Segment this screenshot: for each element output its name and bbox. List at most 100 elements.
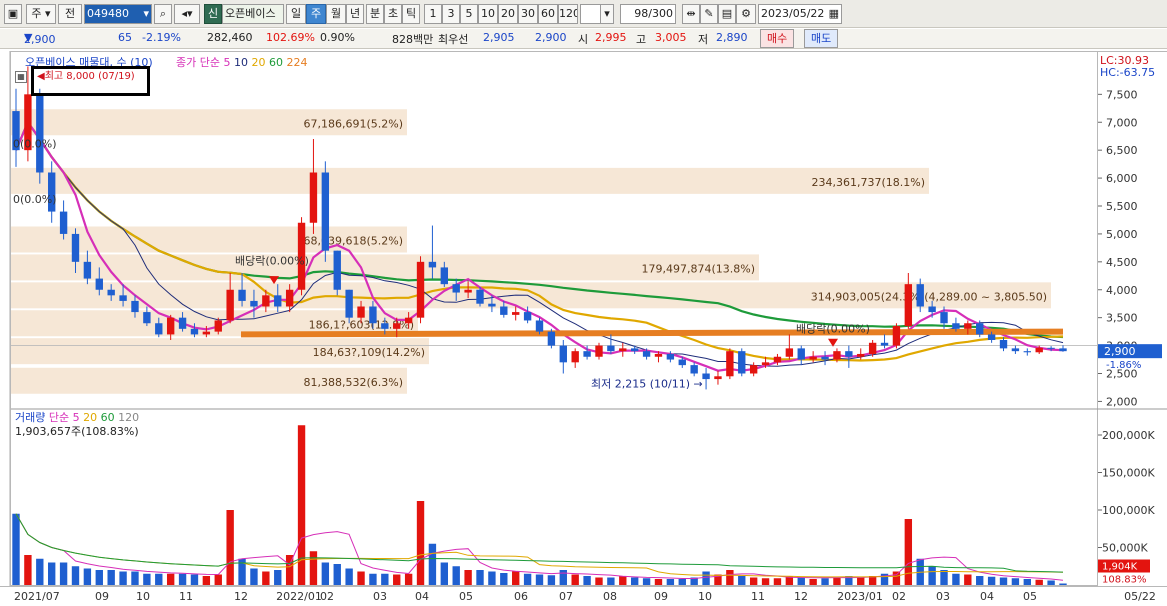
ma-legend-20: 20: [251, 56, 266, 69]
period-week[interactable]: 주: [306, 4, 326, 24]
window-icon[interactable]: ▣: [4, 4, 22, 24]
period-label: 주: [310, 7, 322, 20]
zoom-icon[interactable]: ⇹: [682, 4, 700, 24]
count-input[interactable]: 98/300: [620, 4, 676, 24]
period-second[interactable]: 초: [384, 4, 402, 24]
candle-body: [404, 317, 413, 324]
candle-body: [178, 317, 187, 329]
candle-body: [607, 345, 615, 352]
period-day[interactable]: 일: [286, 4, 306, 24]
interval-60[interactable]: 60: [538, 4, 558, 24]
interval-5[interactable]: 5: [460, 4, 478, 24]
high-label: 고: [636, 33, 647, 46]
volume-bar: [59, 562, 68, 585]
stock-name[interactable]: 오픈베이스: [222, 4, 284, 24]
candle-body: [131, 300, 139, 313]
volume-profile-label: 179,497,874(13.8%): [641, 262, 755, 275]
interval-30[interactable]: 30: [518, 4, 538, 24]
toolbar: ▣ 주 ▾ 전 049480 ▾ ⌕ ◂▾ 신 오픈베이스 일 주 월 년 분 초…: [0, 0, 1167, 28]
candle-body: [833, 351, 841, 360]
market-select[interactable]: 주 ▾: [26, 4, 56, 24]
interval-10[interactable]: 10: [478, 4, 498, 24]
stock-code-input[interactable]: 049480 ▾: [84, 4, 152, 24]
save-icon[interactable]: ▤: [718, 4, 736, 24]
volume-profile-label: 81,388,532(6.3%): [303, 376, 403, 389]
candle-body: [952, 323, 960, 329]
volume-bar: [666, 579, 675, 585]
period-tick[interactable]: 틱: [402, 4, 420, 24]
new-badge: 신: [204, 4, 222, 24]
volume-bar: [274, 570, 282, 585]
count-total: /300: [648, 7, 673, 20]
chevron-down-icon[interactable]: ▾: [600, 4, 614, 24]
candle-body: [619, 348, 627, 352]
volume-bar: [48, 562, 56, 585]
turnover-rate: 0.90%: [320, 31, 355, 44]
candle-body: [547, 331, 556, 346]
volume-bar: [678, 579, 686, 585]
volume-value: 282,460: [207, 31, 253, 44]
volume-bar: [1047, 580, 1055, 585]
date-input[interactable]: 2023/05/22 ▦: [758, 4, 842, 24]
volume-bar: [143, 573, 151, 585]
interval-3[interactable]: 3: [442, 4, 460, 24]
interval-label: 30: [521, 7, 535, 20]
volume-tick-label: 100,000K: [1102, 504, 1155, 517]
interval-1[interactable]: 1: [424, 4, 442, 24]
type-button[interactable]: 전: [58, 4, 82, 24]
candle-body: [166, 317, 175, 335]
volume-bar: [523, 573, 532, 585]
hc-label: HC:-63.75: [1100, 66, 1156, 79]
speaker-icon[interactable]: ◂▾: [174, 4, 200, 24]
sell-button[interactable]: 매도: [804, 29, 839, 48]
period-month[interactable]: 월: [326, 4, 346, 24]
interval-20[interactable]: 20: [498, 4, 518, 24]
candle-body: [809, 356, 817, 360]
right-axis-svg: 7,500 7,000 6,500 6,000 5,500 5,000 4,500 4,000…: [1098, 88, 1167, 586]
chart-area[interactable]: 67,186,691(5.2%) 234,361,737(18.1%) 68,039…: [10, 51, 1099, 586]
volume-bar: [488, 571, 496, 585]
gear-icon[interactable]: ⚙: [736, 4, 756, 24]
current-price: 2,900 ▼: [24, 31, 56, 46]
period-year[interactable]: 년: [346, 4, 364, 24]
draw-icon[interactable]: ✎: [700, 4, 718, 24]
candle-body: [1011, 348, 1020, 352]
date-value: 2023/05/22: [761, 7, 825, 20]
volume-bar: [1059, 583, 1067, 585]
volume-bar: [738, 576, 746, 585]
candle-body: [845, 351, 853, 357]
right-axis: 7,500 7,000 6,500 6,000 5,500 5,000 4,500 4,000…: [1098, 51, 1167, 586]
interval-label: 10: [481, 7, 495, 20]
candle-body: [1047, 347, 1055, 349]
chart-svg: 67,186,691(5.2%) 234,361,737(18.1%) 68,039…: [11, 66, 1099, 585]
candle-body: [333, 250, 341, 290]
candle-body: [393, 323, 401, 329]
volume-bar: [214, 574, 222, 585]
volume-bar: [202, 576, 211, 585]
zero-label: 0(0.0%): [13, 193, 57, 206]
buy-button[interactable]: 매수: [760, 29, 795, 48]
search-icon[interactable]: ⌕: [154, 4, 172, 24]
volume-bar: [833, 577, 841, 585]
volume-bar: [654, 579, 663, 585]
table-icon[interactable]: ▦: [15, 71, 27, 83]
volume-ratio: 102.69%: [266, 31, 315, 44]
candle-body: [1059, 348, 1067, 352]
candle-body: [904, 284, 913, 327]
volume-bar: [987, 576, 996, 585]
period-minute[interactable]: 분: [366, 4, 384, 24]
volume-bar: [155, 573, 163, 585]
volume-summary: 1,903,657주(108.83%): [15, 425, 139, 438]
candle-body: [666, 353, 675, 360]
volume-bar: [976, 576, 984, 585]
interval-120[interactable]: 120: [558, 4, 578, 24]
volume-bar: [95, 570, 103, 585]
high-marker-text: 최고 8,000 (07/19): [44, 71, 135, 82]
volume-bar: [262, 571, 270, 585]
candle-body: [452, 284, 460, 293]
dividend-label: 배당락(0.00%): [796, 323, 870, 336]
volume-bar: [107, 570, 115, 585]
calendar-icon: ▦: [828, 7, 839, 20]
volume-bar: [476, 570, 484, 585]
x-axis-label: 04: [415, 590, 429, 603]
